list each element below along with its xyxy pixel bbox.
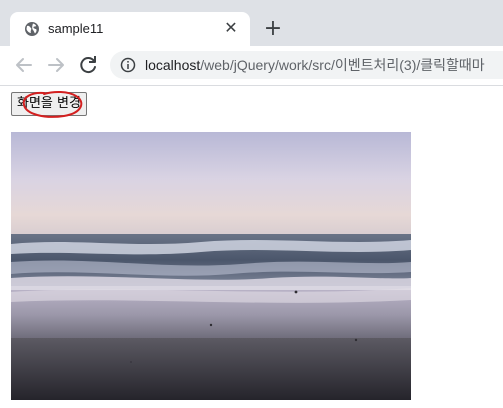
url-path: /web/jQuery/work/src/이벤트처리(3)/클릭할때마 xyxy=(200,57,485,73)
page-content: 화면을 변경 xyxy=(0,86,503,408)
browser-toolbar: localhost/web/jQuery/work/src/이벤트처리(3)/클… xyxy=(0,46,503,86)
browser-tab[interactable]: sample11 ✕ xyxy=(10,12,250,46)
new-tab-button[interactable]: + xyxy=(262,18,284,40)
tab-strip: sample11 ✕ + xyxy=(0,0,503,46)
beach-photo xyxy=(11,132,411,400)
tab-title: sample11 xyxy=(48,21,104,36)
url-text[interactable]: localhost/web/jQuery/work/src/이벤트처리(3)/클… xyxy=(145,57,485,73)
reload-icon[interactable] xyxy=(76,53,100,77)
globe-icon xyxy=(25,22,39,36)
info-icon[interactable] xyxy=(120,57,136,73)
arrow-right-icon[interactable] xyxy=(44,53,68,77)
url-host: localhost xyxy=(145,57,201,73)
arrow-left-icon[interactable] xyxy=(12,53,36,77)
address-bar[interactable]: localhost/web/jQuery/work/src/이벤트처리(3)/클… xyxy=(110,51,503,79)
close-icon[interactable]: ✕ xyxy=(222,19,240,37)
change-screen-button[interactable]: 화면을 변경 xyxy=(11,92,87,116)
